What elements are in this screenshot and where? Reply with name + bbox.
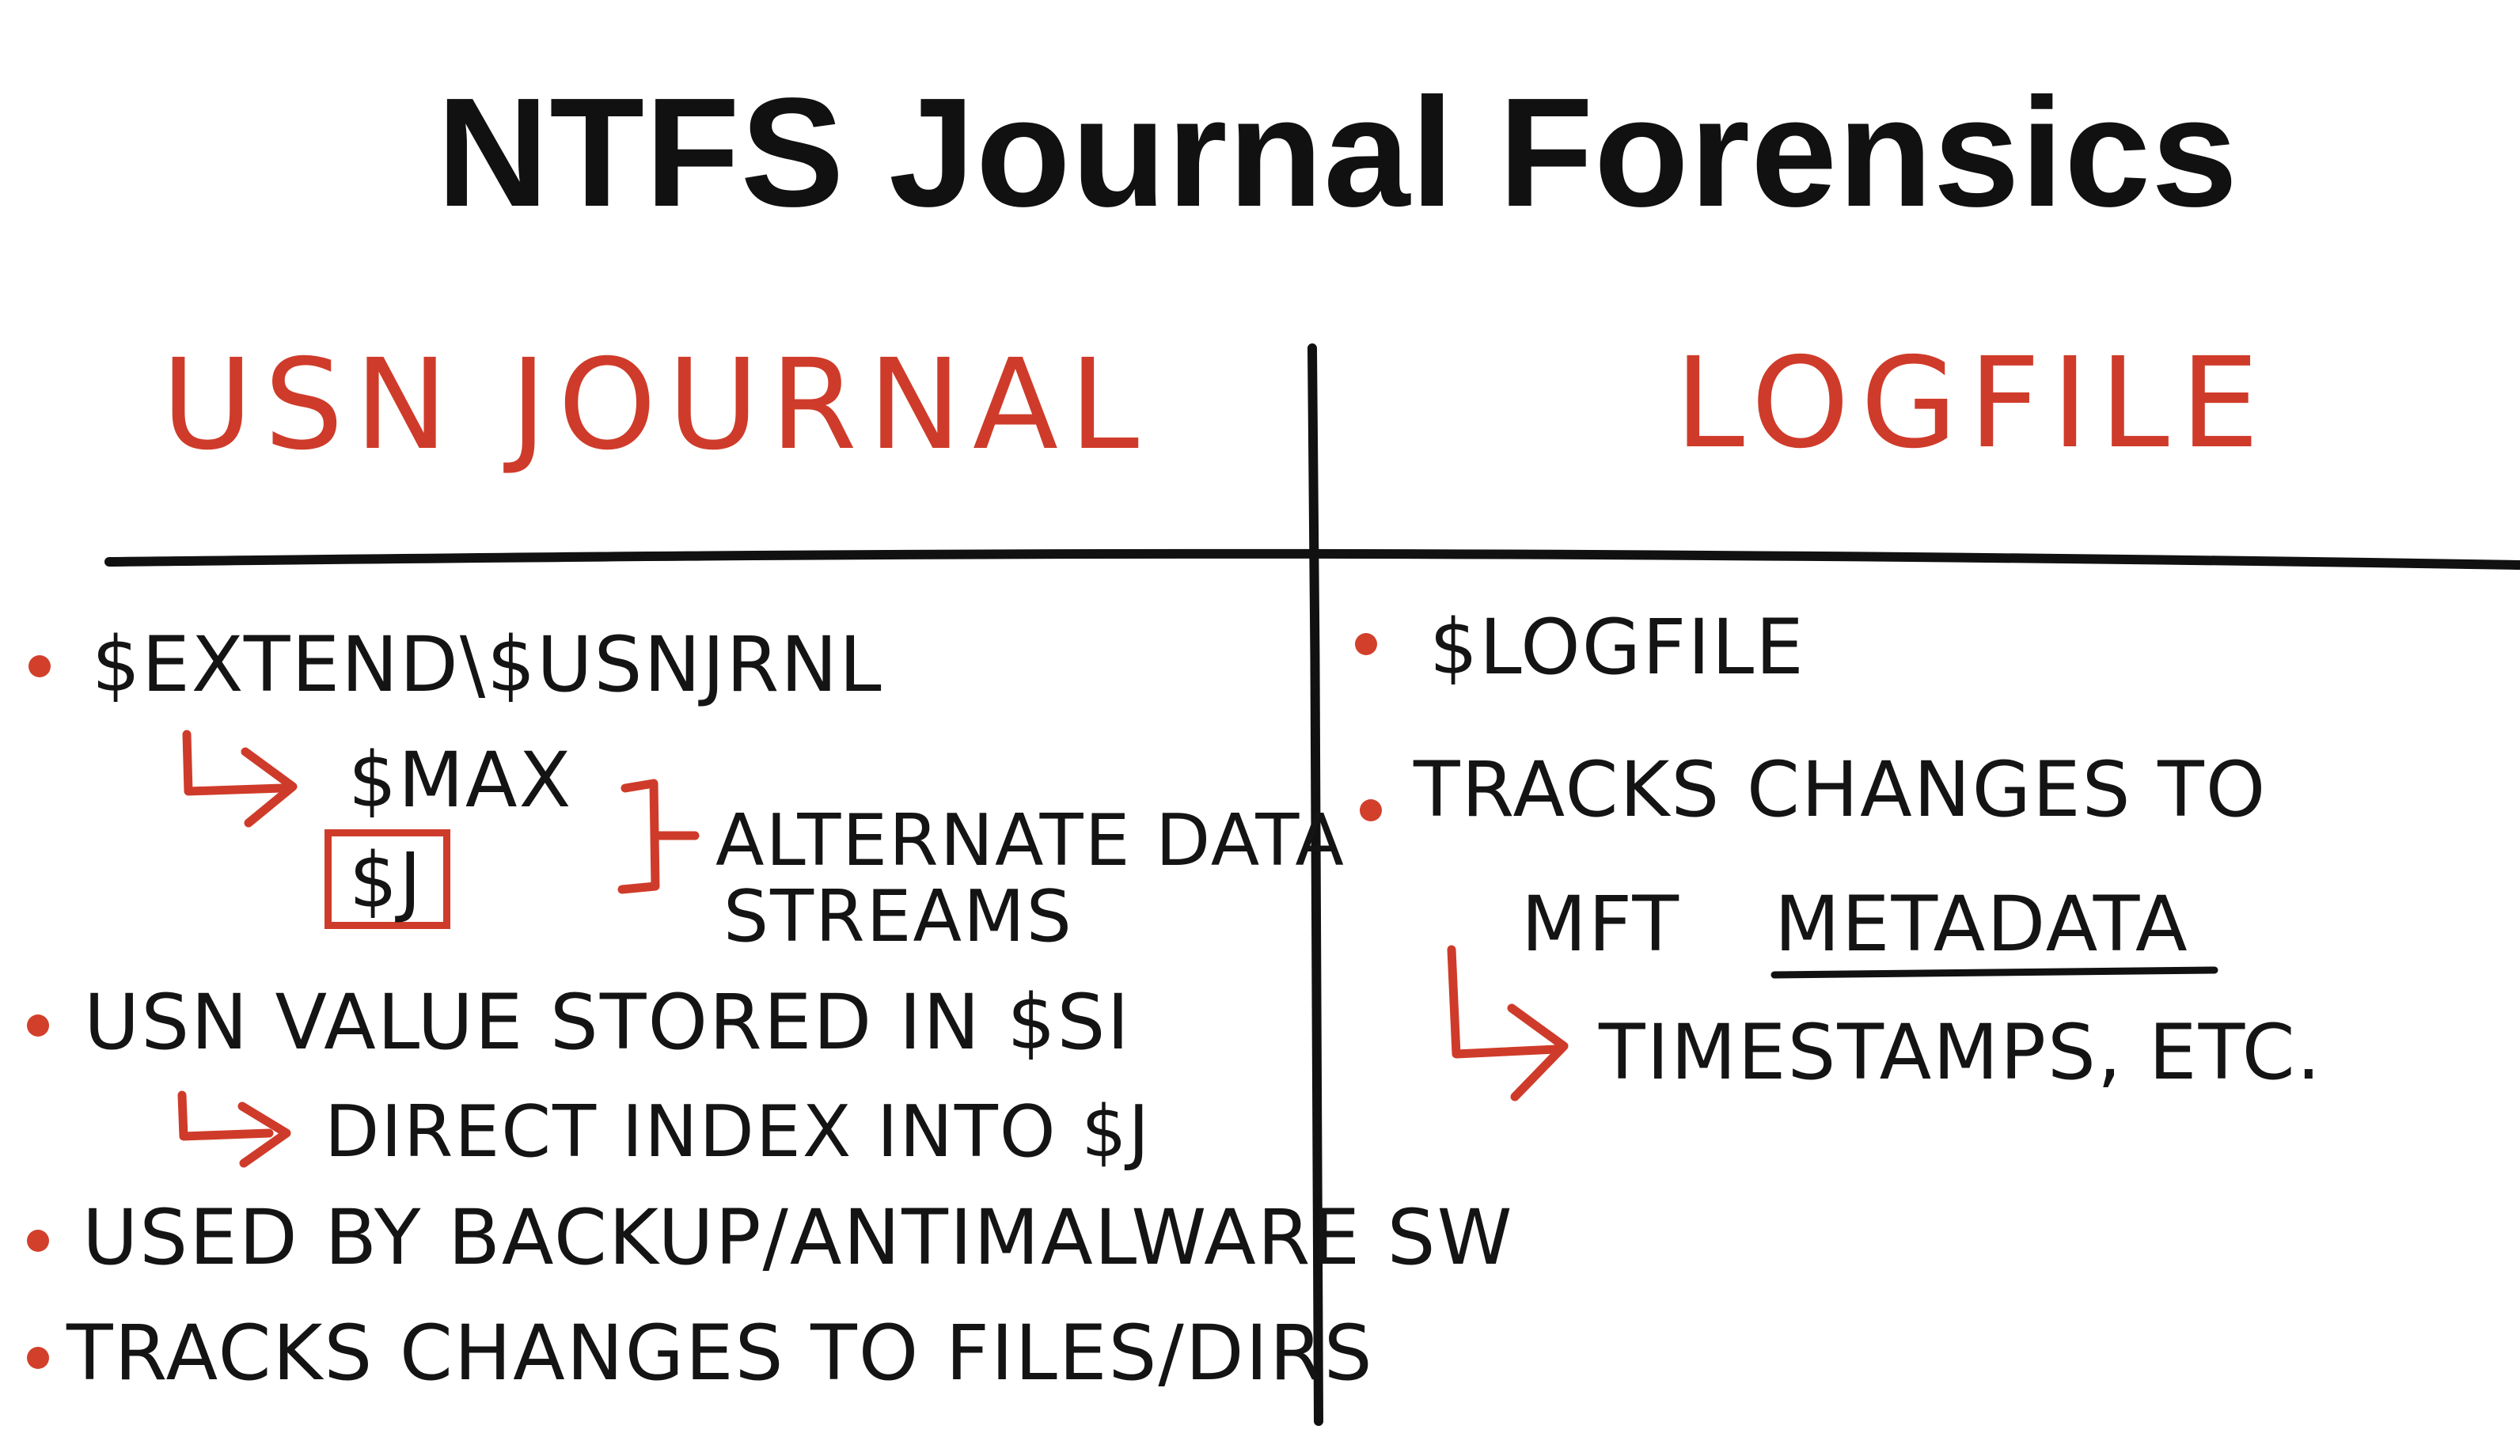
list-item: USN VALUE STORED IN $SI	[84, 978, 1131, 1067]
arrow-icon	[182, 730, 298, 828]
list-item: $MAX	[348, 736, 573, 825]
bullet-icon	[27, 1230, 49, 1252]
list-item: TRACKS CHANGES TO	[1414, 745, 2268, 834]
arrow-icon	[177, 1090, 291, 1168]
metadata-label: METADATA	[1774, 880, 2189, 969]
brace-icon	[617, 779, 700, 894]
list-item: STREAMS	[723, 875, 1073, 958]
list-item: USED BY BACKUP/ANTIMALWARE SW	[82, 1193, 1514, 1282]
list-item: TRACKS CHANGES TO FILES/DIRS	[66, 1309, 1374, 1397]
usn-journal-heading: USN JOURNAL	[161, 332, 1151, 478]
bullet-icon	[27, 1347, 49, 1369]
list-item: $EXTEND\$USNJRNL	[92, 620, 883, 709]
metadata-underline	[1770, 966, 2218, 979]
bullet-icon	[1355, 633, 1377, 655]
list-item: TIMESTAMPS, ETC.	[1599, 1008, 2323, 1097]
list-item-boxed: $J	[324, 829, 451, 929]
arrow-icon	[1447, 945, 1569, 1101]
list-item: DIRECT INDEX INTO $J	[324, 1090, 1152, 1174]
page-title: NTFS Journal Forensics	[436, 66, 2239, 239]
list-item: $LOGFILE	[1429, 603, 1805, 692]
bullet-icon	[27, 1014, 49, 1037]
bullet-icon	[28, 655, 51, 677]
list-item: MFT	[1521, 880, 1680, 969]
logfile-heading: LOGFILE	[1675, 331, 2271, 476]
bullet-icon	[1360, 799, 1382, 821]
list-item: ALTERNATE DATA	[715, 799, 1345, 882]
